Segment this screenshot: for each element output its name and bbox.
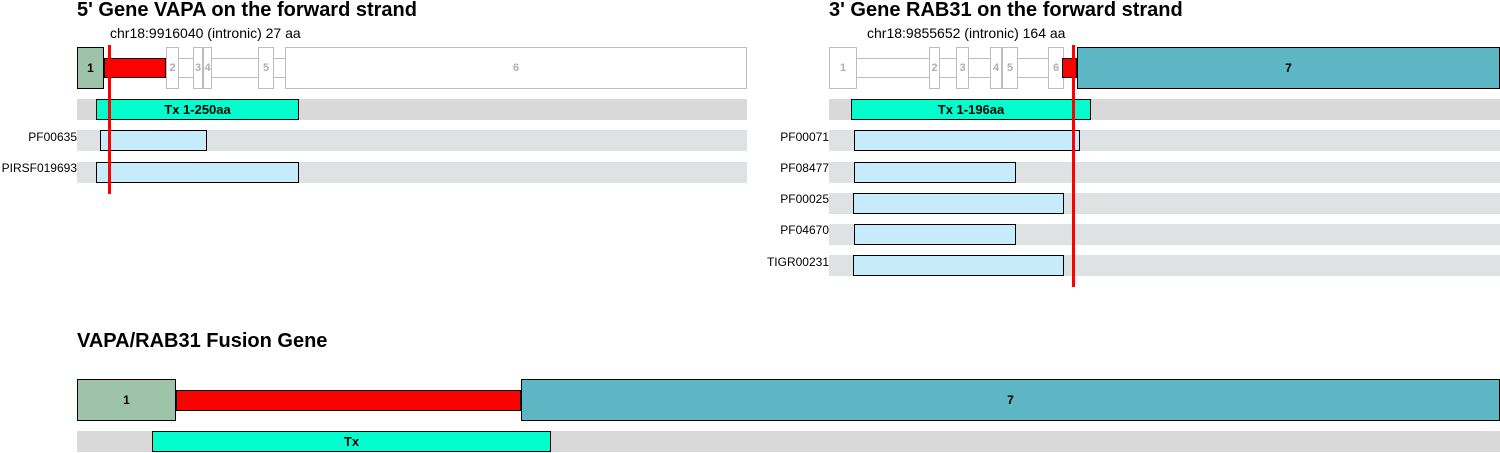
gene3-domain-1[interactable] [854, 130, 1080, 151]
gene5-transcript[interactable]: Tx 1-250aa [96, 99, 299, 120]
gene5-domain-2[interactable] [96, 162, 299, 183]
gene5-domain-1[interactable] [100, 130, 207, 151]
gene3-domain-label-2: PF08477 [780, 161, 829, 175]
fusion-retained-region [176, 390, 521, 411]
gene5-breakpoint-line [108, 45, 111, 194]
gene3-domain-label-4: PF04670 [780, 223, 829, 237]
gene3-domain-4[interactable] [854, 224, 1016, 245]
gene3-domain-2[interactable] [854, 162, 1016, 183]
fusion-exon-1[interactable]: 1 [77, 379, 176, 421]
gene5-exon-1[interactable]: 1 [77, 47, 104, 89]
gene5-breakpoint-label: chr18:9916040 (intronic) 27 aa [110, 25, 301, 41]
gene5-exon-3[interactable]: 3 [193, 47, 203, 89]
gene3-exon-7[interactable]: 7 [1077, 47, 1500, 89]
fusion-transcript[interactable]: Tx [152, 431, 551, 452]
gene3-domain-5[interactable] [853, 255, 1064, 276]
gene3-domain-label-3: PF00025 [780, 192, 829, 206]
gene3-exon-2[interactable]: 2 [929, 47, 940, 89]
gene5-domain-label-2: PIRSF019693 [1, 161, 77, 175]
fusion-exon-7[interactable]: 7 [521, 379, 1500, 421]
gene3-domain-label-1: PF00071 [780, 130, 829, 144]
gene5-domain-label-1: PF00635 [28, 130, 77, 144]
gene3-title: 3' Gene RAB31 on the forward strand [829, 0, 1183, 21]
gene5-retained-region [104, 58, 166, 78]
gene5-exon-6[interactable]: 6 [285, 47, 747, 89]
gene5-structure: 1 2 3 4 5 6 [77, 47, 747, 89]
gene3-exon-1[interactable]: 1 [829, 47, 857, 89]
gene5-exon-2[interactable]: 2 [166, 47, 179, 89]
gene5-title: 5' Gene VAPA on the forward strand [77, 0, 417, 21]
gene3-exon-3[interactable]: 3 [956, 47, 969, 89]
gene3-exon-4[interactable]: 4 [990, 47, 1002, 89]
gene3-domain-label-5: TIGR00231 [766, 255, 829, 269]
gene3-breakpoint-label: chr18:9855652 (intronic) 164 aa [867, 25, 1066, 41]
gene5-exon-4[interactable]: 4 [203, 47, 212, 89]
fusion-title: VAPA/RAB31 Fusion Gene [77, 330, 328, 352]
gene3-domain-3[interactable] [853, 193, 1064, 214]
gene3-structure: 1 2 3 4 5 6 7 [829, 47, 1500, 89]
gene3-exon-5[interactable]: 5 [1002, 47, 1018, 89]
gene3-breakpoint-line [1072, 45, 1075, 287]
gene3-transcript[interactable]: Tx 1-196aa [851, 99, 1091, 120]
gene5-exon-5[interactable]: 5 [258, 47, 274, 89]
